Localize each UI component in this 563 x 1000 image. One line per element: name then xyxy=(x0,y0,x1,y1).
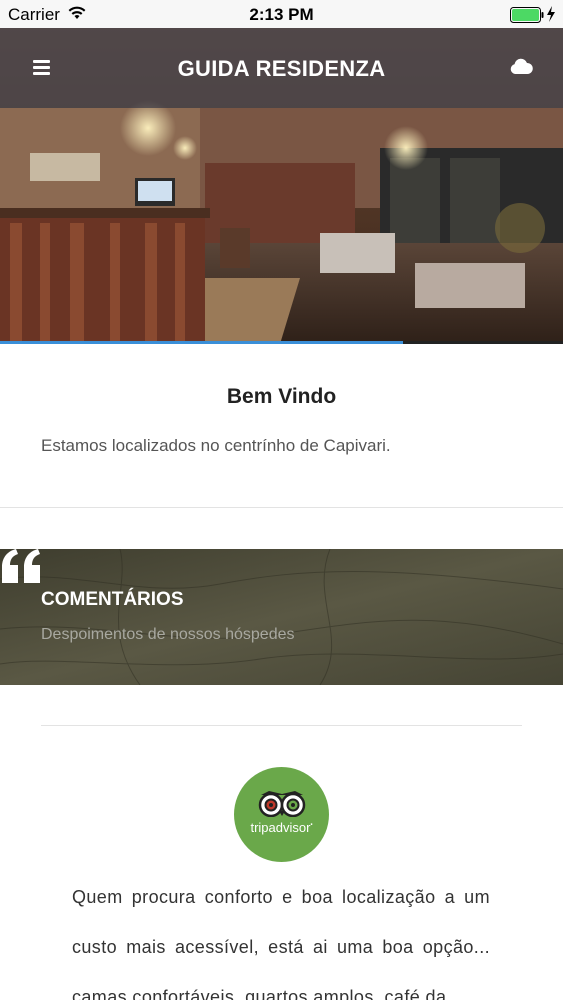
hero-slideshow[interactable]: GUIDA RESIDENZA xyxy=(0,28,563,344)
leather-texture-background xyxy=(0,549,563,685)
navbar: GUIDA RESIDENZA xyxy=(0,28,563,108)
comments-banner[interactable]: COMENTÁRIOS Despoimentos de nossos hóspe… xyxy=(0,549,563,685)
tripadvisor-wordmark: tripadvisor• xyxy=(250,820,313,835)
clock: 2:13 PM xyxy=(249,5,314,24)
comments-subtitle: Despoimentos de nossos hóspedes xyxy=(41,626,295,643)
tripadvisor-logo: tripadvisor• xyxy=(234,767,329,862)
battery-icon xyxy=(510,7,544,23)
divider xyxy=(0,507,563,508)
quote-icon xyxy=(2,549,40,583)
slideshow-progress-track xyxy=(0,341,563,344)
cloud-icon[interactable] xyxy=(509,58,533,76)
comments-title: COMENTÁRIOS xyxy=(41,589,184,610)
review-text: Quem procura conforto e boa localização … xyxy=(72,887,490,1000)
status-bar: Carrier 2:13 PM xyxy=(0,0,563,28)
slideshow-progress-bar xyxy=(0,341,403,344)
owl-eyes-icon xyxy=(258,791,306,817)
welcome-text: Estamos localizados no centrínho de Capi… xyxy=(41,436,391,455)
welcome-title: Bem Vindo xyxy=(226,385,337,408)
divider xyxy=(41,725,522,726)
charging-bolt-icon xyxy=(547,6,555,22)
app-title: GUIDA RESIDENZA xyxy=(177,56,386,81)
